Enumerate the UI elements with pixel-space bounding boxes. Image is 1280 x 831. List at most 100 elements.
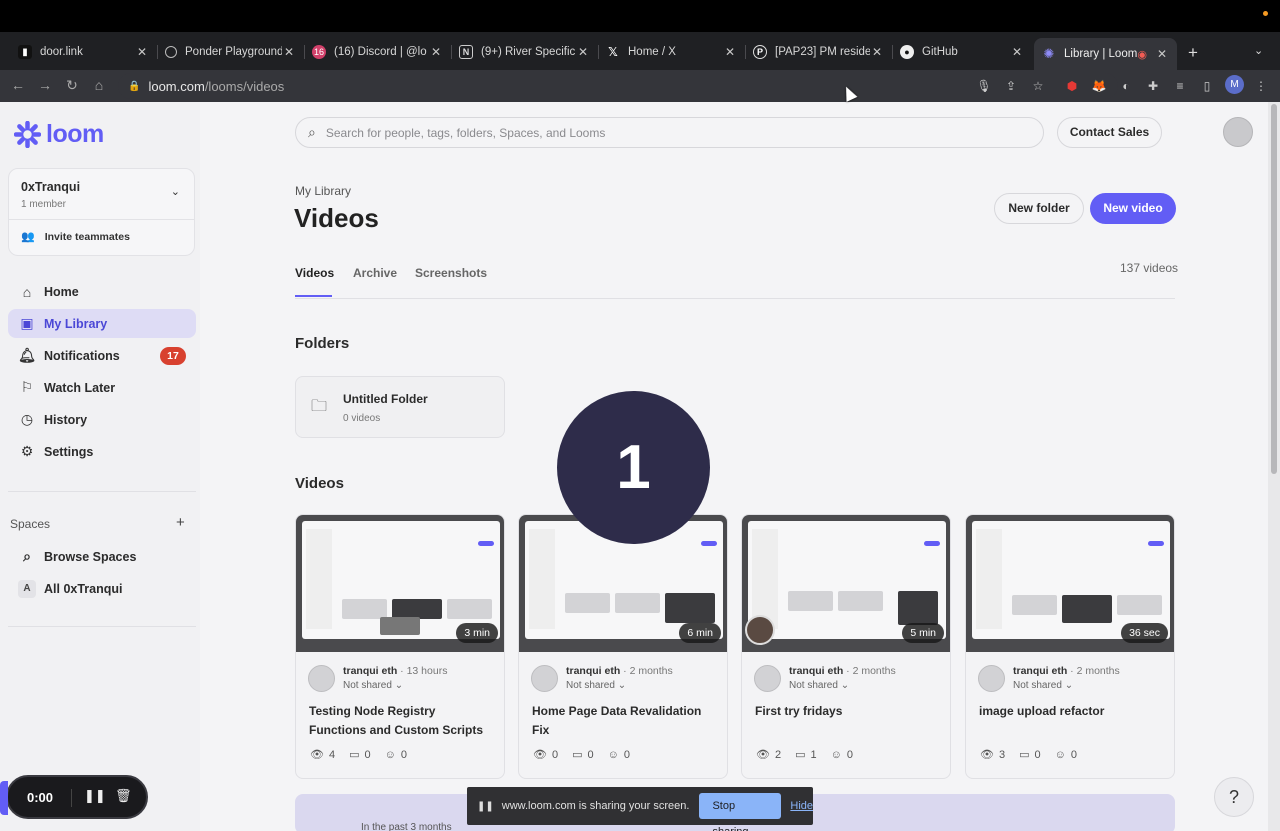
hide-link[interactable]: Hide: [790, 800, 813, 812]
sharing-dropdown[interactable]: Not shared ⌄: [566, 680, 626, 691]
sidebar-item-history[interactable]: ◷ History: [8, 405, 196, 434]
help-button[interactable]: ?: [1214, 777, 1254, 817]
share-icon[interactable]: ⇪: [1003, 78, 1019, 94]
workspace-name[interactable]: 0xTranqui: [21, 180, 80, 194]
metamask-icon[interactable]: 🦊: [1091, 78, 1107, 94]
video-card[interactable]: 3 min tranqui eth · 13 hours Not shared …: [295, 514, 505, 779]
extension-red-icon[interactable]: ⬢: [1064, 78, 1080, 94]
tab-screenshots[interactable]: Screenshots: [415, 266, 487, 280]
tab-archive[interactable]: Archive: [353, 266, 397, 280]
add-user-icon: 👥: [21, 231, 35, 243]
video-age: · 2 months: [846, 665, 896, 677]
divider: [8, 491, 196, 492]
sharing-dropdown[interactable]: Not shared ⌄: [343, 680, 403, 691]
sidebar-item-settings[interactable]: ⚙ Settings: [8, 437, 196, 466]
loom-icon: ✺: [1043, 46, 1055, 61]
browser-tab-loom[interactable]: ✺ Library | Loom ◉ ✕: [1034, 38, 1177, 70]
browser-tab-github[interactable]: ● GitHub ✕: [892, 38, 1032, 66]
bell-icon: 🔔︎: [18, 347, 36, 363]
video-card[interactable]: 6 min tranqui eth · 2 months Not shared …: [518, 514, 728, 779]
sidebar-item-all-space[interactable]: A All 0xTranqui: [8, 574, 196, 603]
close-icon[interactable]: ✕: [723, 45, 737, 59]
video-card[interactable]: 5 min tranqui eth · 2 months Not shared …: [741, 514, 951, 779]
search-input[interactable]: ⌕ Search for people, tags, folders, Spac…: [295, 117, 1044, 148]
video-thumbnail[interactable]: 3 min: [296, 515, 504, 652]
video-title[interactable]: First try fridays: [755, 702, 941, 721]
comment-count: 0: [587, 748, 594, 761]
scrollbar-thumb[interactable]: [1271, 104, 1277, 474]
sidebar-item-notifications[interactable]: 🔔︎ Notifications 17: [8, 341, 196, 370]
trash-icon[interactable]: 🗑︎: [115, 788, 132, 804]
recording-countdown: 1: [557, 391, 710, 544]
browser-tab-pap23[interactable]: P [PAP23] PM reside ✕: [745, 38, 893, 66]
browser-tab-notion[interactable]: N (9+) River Specific ✕: [451, 38, 599, 66]
reaction-count: 0: [846, 748, 853, 761]
video-thumbnail[interactable]: 36 sec: [966, 515, 1174, 652]
sidebar-item-my-library[interactable]: ▣ My Library: [8, 309, 196, 338]
contact-sales-button[interactable]: Contact Sales: [1057, 117, 1162, 148]
comment-count: 1: [810, 748, 817, 761]
extensions-icon[interactable]: ✚: [1145, 78, 1161, 94]
video-title[interactable]: Testing Node Registry Functions and Cust…: [309, 702, 495, 740]
media-icon[interactable]: ≡: [1172, 78, 1188, 94]
invite-teammates-button[interactable]: 👥 Invite teammates: [21, 230, 130, 244]
close-icon[interactable]: ✕: [282, 45, 296, 59]
menu-icon[interactable]: ⋮: [1253, 78, 1269, 94]
close-icon[interactable]: ✕: [870, 45, 884, 59]
scrollbar[interactable]: [1268, 102, 1280, 831]
loom-logo[interactable]: loom: [14, 120, 104, 149]
folder-card[interactable]: 🗀 Untitled Folder 0 videos: [295, 376, 505, 438]
add-space-icon[interactable]: +: [176, 514, 185, 531]
home-browser-icon[interactable]: ⌂: [90, 77, 108, 93]
close-icon[interactable]: ✕: [429, 45, 443, 59]
view-count: 3: [998, 748, 1006, 761]
nav-label: Settings: [44, 444, 94, 459]
forward-icon[interactable]: →: [36, 77, 54, 93]
url-field[interactable]: 🔒 loom.com/looms/videos: [118, 73, 1118, 99]
sidebar-item-browse-spaces[interactable]: ⌕ Browse Spaces: [8, 542, 196, 571]
browser-tab-door-link[interactable]: ▮ door.link ✕: [10, 38, 158, 66]
avatar: [308, 665, 335, 692]
new-video-button[interactable]: New video: [1090, 193, 1176, 224]
tab-title: Library | Loom: [1064, 48, 1138, 60]
nav-label: Browse Spaces: [44, 549, 137, 564]
video-title[interactable]: Home Page Data Revalidation Fix: [532, 702, 718, 740]
video-title[interactable]: image upload refactor: [979, 702, 1165, 721]
comment-icon: ▭: [349, 749, 360, 761]
profile-avatar[interactable]: M: [1225, 75, 1244, 94]
user-avatar[interactable]: [1223, 117, 1253, 147]
new-folder-button[interactable]: New folder: [994, 193, 1084, 224]
reload-icon[interactable]: ↻: [63, 77, 81, 94]
video-card[interactable]: 36 sec tranqui eth · 2 months Not shared…: [965, 514, 1175, 779]
new-tab-button[interactable]: +: [1188, 43, 1198, 63]
close-icon[interactable]: ✕: [1155, 47, 1169, 61]
stop-sharing-button[interactable]: Stop sharing: [699, 793, 782, 831]
tab-search-icon[interactable]: ⌄: [1254, 44, 1263, 57]
folder-name: Untitled Folder: [343, 392, 428, 406]
sharing-dropdown[interactable]: Not shared ⌄: [1013, 680, 1073, 691]
browser-tab-discord[interactable]: 16 (16) Discord | @lo ✕: [304, 38, 452, 66]
author-name: tranqui eth: [343, 665, 398, 677]
video-thumbnail[interactable]: 5 min: [742, 515, 950, 652]
close-icon[interactable]: ✕: [1010, 45, 1024, 59]
back-icon[interactable]: ←: [9, 77, 27, 93]
chevron-down-icon[interactable]: ⌄: [171, 185, 180, 198]
breadcrumb[interactable]: My Library: [295, 184, 351, 198]
video-age: · 13 hours: [400, 665, 448, 677]
sidepanel-icon[interactable]: ▯: [1199, 78, 1215, 94]
close-icon[interactable]: ✕: [135, 45, 149, 59]
sidebar-item-home[interactable]: ⌂ Home: [8, 277, 196, 306]
pause-icon[interactable]: ❚❚: [84, 788, 106, 804]
star-icon[interactable]: ☆: [1030, 78, 1046, 94]
close-icon[interactable]: ✕: [576, 45, 590, 59]
browser-tab-x[interactable]: 𝕏 Home / X ✕: [598, 38, 746, 66]
view-count: 0: [551, 748, 559, 761]
recording-drag-handle[interactable]: [0, 781, 8, 815]
tab-videos[interactable]: Videos: [295, 266, 334, 280]
browser-tab-ponder[interactable]: Ponder Playground ✕: [157, 38, 305, 66]
sidebar-item-watch-later[interactable]: ⚐ Watch Later: [8, 373, 196, 402]
sharing-dropdown[interactable]: Not shared ⌄: [789, 680, 849, 691]
extension-color-icon[interactable]: ◐: [1118, 78, 1134, 94]
microphone-icon[interactable]: 🎙: [976, 78, 992, 94]
loom-logo-icon: [14, 121, 41, 148]
